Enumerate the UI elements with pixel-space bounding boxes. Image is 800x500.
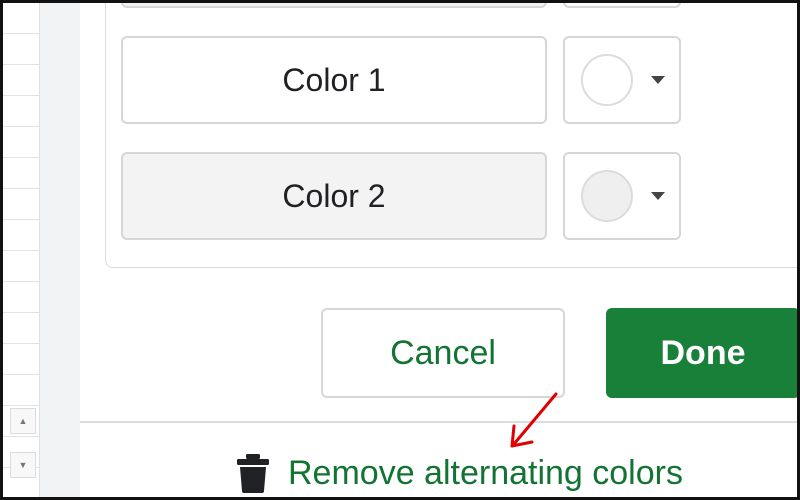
color-2-label: Color 2	[121, 152, 547, 240]
scroll-up-icon[interactable]: ▲	[10, 408, 36, 434]
color-2-picker[interactable]	[563, 152, 681, 240]
header-color-label	[121, 0, 547, 8]
color-1-swatch	[581, 54, 633, 106]
color-2-text: Color 2	[282, 177, 386, 214]
done-label: Done	[660, 333, 746, 372]
header-color-picker[interactable]	[563, 0, 681, 8]
sidebar-edge	[40, 3, 80, 497]
chevron-down-icon	[651, 76, 665, 84]
color-1-picker[interactable]	[563, 36, 681, 124]
cancel-button[interactable]: Cancel	[321, 308, 565, 398]
chevron-down-icon	[651, 192, 665, 200]
trash-icon	[237, 454, 269, 493]
done-button[interactable]: Done	[606, 308, 800, 398]
scroll-down-icon[interactable]: ▼	[10, 452, 36, 478]
color-1-text: Color 1	[282, 61, 386, 98]
color-2-swatch	[581, 170, 633, 222]
divider	[80, 421, 797, 423]
cancel-label: Cancel	[390, 333, 496, 372]
red-arrow-icon	[510, 392, 558, 448]
remove-alternating-colors-label: Remove alternating colors	[288, 453, 683, 492]
remove-alternating-colors-button[interactable]: Remove alternating colors	[236, 450, 683, 496]
color-1-label: Color 1	[121, 36, 547, 124]
